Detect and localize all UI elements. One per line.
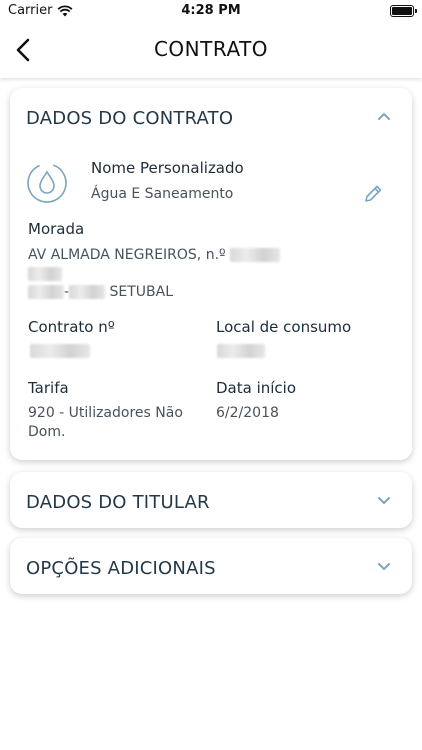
contract-details-card: DADOS DO CONTRATO Nome Personalizado Águ… bbox=[10, 88, 412, 460]
address-line-2 bbox=[28, 266, 62, 282]
chevron-down-icon bbox=[378, 497, 390, 504]
page-title: CONTRATO bbox=[153, 37, 269, 61]
custom-name-value: Água E Saneamento bbox=[91, 186, 234, 202]
main-content: DADOS DO CONTRATO Nome Personalizado Águ… bbox=[0, 78, 422, 750]
chevron-down-icon bbox=[378, 563, 390, 570]
water-drop-icon bbox=[27, 163, 67, 203]
redacted-contract-number bbox=[30, 344, 90, 358]
consumption-place-label: Local de consumo bbox=[216, 318, 352, 336]
edit-pencil-icon[interactable] bbox=[362, 183, 384, 205]
battery-icon bbox=[390, 5, 417, 17]
additional-options-card[interactable]: OPÇÕES ADICIONAIS bbox=[10, 538, 412, 594]
redacted-consumption-place bbox=[217, 344, 265, 358]
contract-number-label: Contrato nº bbox=[28, 318, 115, 336]
holder-details-card[interactable]: DADOS DO TITULAR bbox=[10, 472, 412, 528]
contract-details-title: DADOS DO CONTRATO bbox=[26, 108, 234, 129]
address-label: Morada bbox=[28, 220, 85, 238]
start-date-label: Data início bbox=[216, 379, 297, 397]
tariff-value-line-2: Dom. bbox=[28, 424, 66, 440]
address-street: AV ALMADA NEGREIROS, n.º bbox=[28, 247, 226, 263]
status-bar: Carrier 4:28 PM bbox=[0, 0, 422, 24]
tariff-value-line-1: 920 - Utilizadores Não bbox=[28, 405, 183, 421]
address-city: SETUBAL bbox=[109, 284, 174, 300]
start-date-value: 6/2/2018 bbox=[216, 405, 279, 421]
status-time: 4:28 PM bbox=[181, 3, 241, 18]
address-line-3: - SETUBAL bbox=[28, 284, 173, 300]
additional-options-title: OPÇÕES ADICIONAIS bbox=[26, 558, 216, 579]
navigation-bar: CONTRATO bbox=[0, 24, 422, 78]
custom-name-label: Nome Personalizado bbox=[91, 159, 244, 177]
redacted-street-number bbox=[230, 248, 281, 262]
redacted-postal-code-b bbox=[69, 285, 106, 299]
holder-details-title: DADOS DO TITULAR bbox=[26, 492, 210, 513]
redacted-postal-code-a bbox=[28, 285, 64, 299]
chevron-up-icon bbox=[378, 113, 390, 120]
address-line-1: AV ALMADA NEGREIROS, n.º bbox=[28, 247, 281, 263]
redacted-address-detail bbox=[28, 267, 62, 281]
contract-details-header[interactable]: DADOS DO CONTRATO bbox=[10, 88, 412, 144]
additional-options-header[interactable]: OPÇÕES ADICIONAIS bbox=[10, 538, 412, 594]
holder-details-header[interactable]: DADOS DO TITULAR bbox=[10, 472, 412, 528]
tariff-label: Tarifa bbox=[28, 379, 69, 397]
